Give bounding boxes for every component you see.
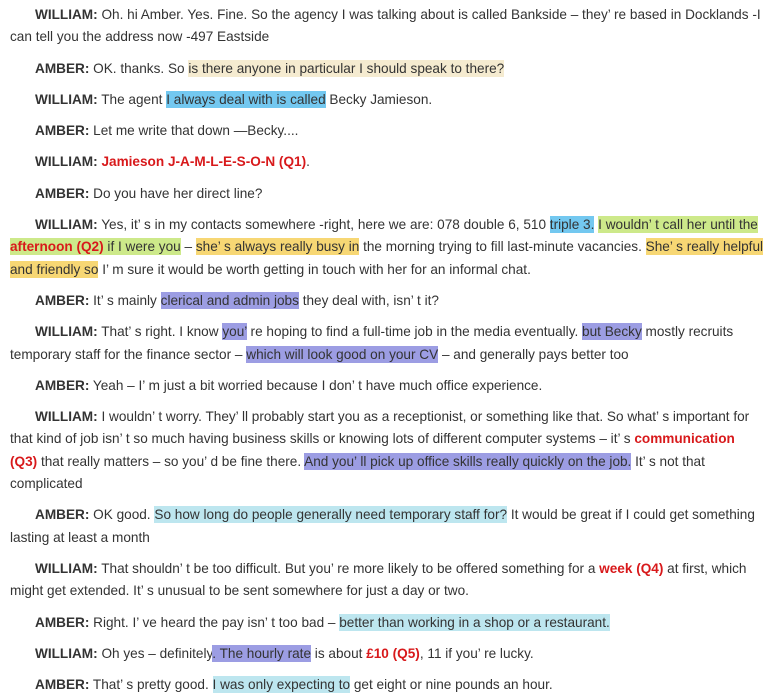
highlighted-text: I wouldn’ t call her until the <box>598 216 758 234</box>
speaker-label: AMBER: <box>35 292 90 308</box>
highlighted-text: she’ s always really busy in <box>195 238 360 256</box>
highlighted-text: I was only expecting to <box>212 676 351 694</box>
dialogue-line: AMBER: OK good. So how long do people ge… <box>10 504 765 549</box>
dialogue-line: AMBER: That’ s pretty good. I was only e… <box>10 674 765 696</box>
dialogue-text: Becky Jamieson. <box>325 91 433 107</box>
dialogue-text: . <box>306 154 310 170</box>
highlighted-text: if I were you <box>103 238 181 256</box>
dialogue-text: Yes, it’ s in my contacts somewhere -rig… <box>97 217 550 233</box>
speaker-label: AMBER: <box>35 185 90 201</box>
dialogue-line: WILLIAM: Oh. hi Amber. Yes. Fine. So the… <box>10 4 765 49</box>
dialogue-text: Right. I’ ve heard the pay isn’ t too ba… <box>89 614 340 630</box>
dialogue-line: AMBER: Do you have her direct line? <box>10 183 765 205</box>
dialogue-text: It’ s mainly <box>89 292 161 308</box>
speaker-label: AMBER: <box>35 60 90 76</box>
dialogue-text: That’ s right. I know <box>97 324 223 340</box>
answer-text: week (Q4) <box>599 560 664 576</box>
dialogue-line: WILLIAM: That shouldn’ t be too difficul… <box>10 558 765 603</box>
dialogue-text: – and generally pays better too <box>438 346 629 362</box>
dialogue-text: re hoping to find a full-time job in the… <box>246 324 583 340</box>
speaker-label: AMBER: <box>35 507 90 523</box>
dialogue-text: – <box>180 239 196 255</box>
speaker-label: AMBER: <box>35 377 90 393</box>
dialogue-text: , 11 if you’ re lucky. <box>419 645 534 661</box>
dialogue-line: WILLIAM: Oh yes – definitely. The hourly… <box>10 643 765 665</box>
dialogue-line: AMBER: It’ s mainly clerical and admin j… <box>10 290 765 312</box>
highlighted-text: better than working in a shop or a resta… <box>339 613 610 631</box>
dialogue-line: WILLIAM: Yes, it’ s in my contacts somew… <box>10 214 765 281</box>
highlighted-text: So how long do people generally need tem… <box>154 506 508 524</box>
speaker-label: WILLIAM: <box>35 324 98 340</box>
transcript: WILLIAM: Oh. hi Amber. Yes. Fine. So the… <box>0 0 775 696</box>
dialogue-text: is about <box>311 645 367 661</box>
dialogue-text: That’ s pretty good. <box>89 677 213 693</box>
speaker-label: WILLIAM: <box>35 91 98 107</box>
dialogue-text: That shouldn’ t be too difficult. But yo… <box>97 560 600 576</box>
highlighted-text: is there anyone in particular I should s… <box>188 59 505 77</box>
dialogue-text: The agent <box>97 91 167 107</box>
dialogue-line: AMBER: Yeah – I’ m just a bit worried be… <box>10 375 765 397</box>
dialogue-text: the morning trying to fill last-minute v… <box>359 239 646 255</box>
highlighted-answer-text: afternoon (Q2) <box>10 238 104 256</box>
highlighted-text: clerical and admin jobs <box>160 291 299 309</box>
speaker-label: WILLIAM: <box>35 409 98 425</box>
dialogue-text: OK. thanks. So <box>89 60 189 76</box>
speaker-label: AMBER: <box>35 677 90 693</box>
highlighted-text: triple 3. <box>549 216 595 234</box>
dialogue-text: OK good. <box>89 507 155 523</box>
speaker-label: WILLIAM: <box>35 560 98 576</box>
dialogue-text: Oh yes – definitely <box>97 645 213 661</box>
dialogue-text: Let me write that down —Becky.... <box>89 123 299 139</box>
dialogue-line: WILLIAM: The agent I always deal with is… <box>10 89 765 111</box>
dialogue-line: WILLIAM: That’ s right. I know you’ re h… <box>10 321 765 366</box>
highlighted-text: I always deal with is called <box>166 90 326 108</box>
speaker-label: WILLIAM: <box>35 7 98 22</box>
speaker-label: WILLIAM: <box>35 217 98 233</box>
dialogue-text: Do you have her direct line? <box>89 185 263 201</box>
speaker-label: AMBER: <box>35 614 90 630</box>
dialogue-text: Oh. hi Amber. Yes. Fine. So the agency I… <box>10 7 761 45</box>
highlighted-text: . The hourly rate <box>212 644 312 662</box>
dialogue-text: that really matters – so you’ d be fine … <box>37 453 305 469</box>
dialogue-text: get eight or nine pounds an hour. <box>350 677 553 693</box>
dialogue-line: WILLIAM: Jamieson J-A-M-L-E-S-O-N (Q1). <box>10 151 765 173</box>
highlighted-text: but Becky <box>582 323 642 341</box>
speaker-label: WILLIAM: <box>35 645 98 661</box>
speaker-label: WILLIAM: <box>35 154 98 170</box>
highlighted-text: you’ <box>222 323 247 341</box>
dialogue-line: AMBER: Right. I’ ve heard the pay isn’ t… <box>10 612 765 634</box>
dialogue-line: WILLIAM: I wouldn’ t worry. They’ ll pro… <box>10 406 765 495</box>
answer-text: Jamieson J-A-M-L-E-S-O-N (Q1) <box>101 154 307 170</box>
dialogue-line: AMBER: OK. thanks. So is there anyone in… <box>10 58 765 80</box>
dialogue-text: Yeah – I’ m just a bit worried because I… <box>89 377 543 393</box>
dialogue-line: AMBER: Let me write that down —Becky.... <box>10 120 765 142</box>
dialogue-text: I’ m sure it would be worth getting in t… <box>98 261 531 277</box>
highlighted-text: which will look good on your CV <box>246 345 439 363</box>
answer-text: £10 (Q5) <box>366 645 420 661</box>
speaker-label: AMBER: <box>35 123 90 139</box>
highlighted-text: And you’ ll pick up office skills really… <box>304 452 632 470</box>
dialogue-text: they deal with, isn’ t it? <box>298 292 439 308</box>
